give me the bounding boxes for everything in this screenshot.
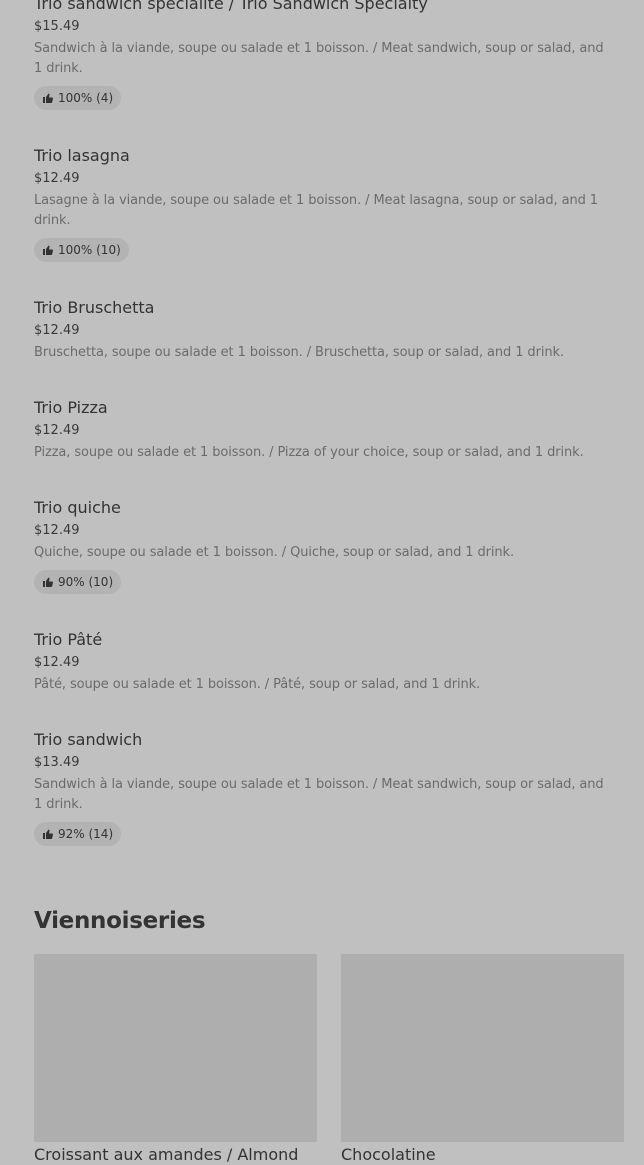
menu-item-trio-sandwich-specialty[interactable]: Trio sandwich spécialité / Trio Sandwich… [34,0,614,110]
rating-badge: 90% (10) [34,570,122,594]
menu-item-trio-pate[interactable]: Trio Pâté $12.49 Pâté, soupe ou salade e… [34,630,614,695]
item-price: $12.49 [34,523,80,538]
item-price: $12.49 [34,323,80,338]
thumbs-up-icon [43,829,53,839]
item-name: Trio lasagna [34,146,130,165]
item-name: Trio sandwich [34,730,143,749]
product-card-chocolatine[interactable]: Chocolatine [341,954,624,1165]
product-title: Croissant aux amandes / Almond [34,1145,299,1164]
item-name: Trio Pâté [34,630,103,649]
rating-text: 100% (4) [58,91,114,105]
rating-text: 90% (10) [58,575,114,589]
item-description: Quiche, soupe ou salade et 1 boisson. / … [34,545,515,560]
rating-badge: 92% (14) [34,822,122,846]
rating-badge: 100% (4) [34,86,122,110]
item-description: Sandwich à la viande, soupe ou salade et… [34,777,604,812]
menu-item-trio-sandwich[interactable]: Trio sandwich $13.49 Sandwich à la viand… [34,730,614,846]
item-price: $12.49 [34,423,80,438]
rating-badge: 100% (10) [34,238,129,262]
menu-item-trio-bruschetta[interactable]: Trio Bruschetta $12.49 Bruschetta, soupe… [34,298,614,363]
item-description: Pizza, soupe ou salade et 1 boisson. / P… [34,445,584,460]
thumbs-up-icon [43,93,53,103]
menu-item-trio-pizza[interactable]: Trio Pizza $12.49 Pizza, soupe ou salade… [34,398,614,463]
thumbs-up-icon [43,577,53,587]
thumbs-up-icon [43,245,53,255]
menu-item-trio-lasagna[interactable]: Trio lasagna $12.49 Lasagne à la viande,… [34,146,614,262]
rating-text: 92% (14) [58,827,114,841]
item-description: Pâté, soupe ou salade et 1 boisson. / Pâ… [34,677,481,692]
section-title-viennoiseries: Viennoiseries [34,908,206,934]
item-price: $12.49 [34,171,80,186]
menu-item-trio-quiche[interactable]: Trio quiche $12.49 Quiche, soupe ou sala… [34,498,614,594]
product-image-placeholder[interactable] [34,954,317,1142]
rating-text: 100% (10) [58,243,121,257]
item-name: Trio Pizza [34,398,108,417]
product-image-placeholder[interactable] [341,954,624,1142]
item-description: Lasagne à la viande, soupe ou salade et … [34,193,598,228]
item-price: $15.49 [34,19,80,34]
item-name: Trio quiche [34,498,121,517]
product-card-croissant[interactable]: Croissant aux amandes / Almond [34,954,317,1165]
item-price: $12.49 [34,655,80,670]
item-name: Trio sandwich spécialité / Trio Sandwich… [34,0,428,13]
item-description: Sandwich à la viande, soupe ou salade et… [34,41,604,76]
item-description: Bruschetta, soupe ou salade et 1 boisson… [34,345,564,360]
item-name: Trio Bruschetta [34,298,155,317]
item-price: $13.49 [34,755,80,770]
product-title: Chocolatine [341,1145,436,1164]
